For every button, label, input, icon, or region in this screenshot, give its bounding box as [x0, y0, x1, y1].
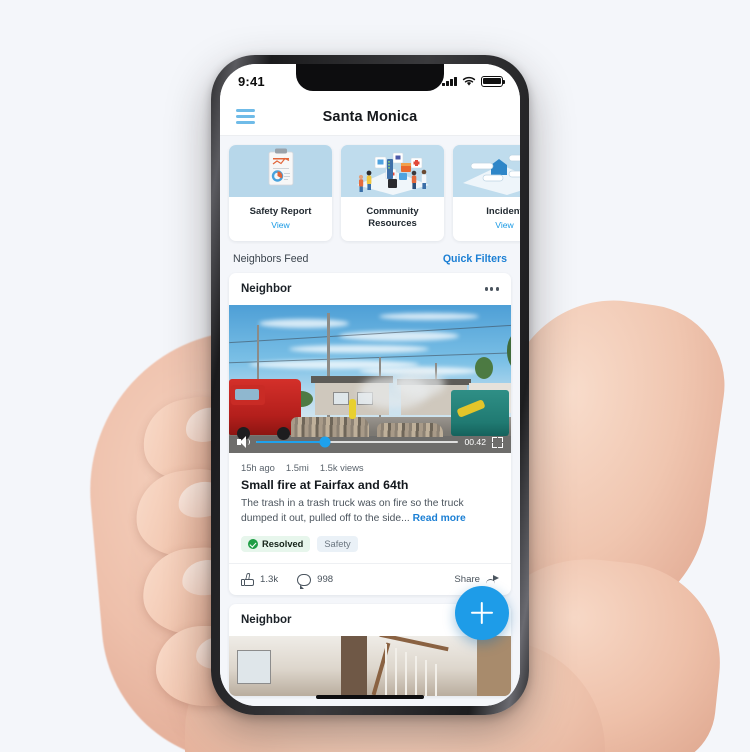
post-tags: Resolved Safety — [229, 526, 511, 563]
like-button[interactable]: 1.3k — [241, 573, 279, 587]
post-meta: 15h ago 1.5mi 1.5k views — [229, 453, 511, 473]
card-view-link[interactable]: View — [271, 220, 289, 230]
post-author: Neighbor — [241, 614, 292, 627]
thumbs-up-icon — [241, 573, 254, 587]
page-title: Santa Monica — [322, 108, 418, 125]
more-options-icon[interactable] — [484, 287, 499, 291]
video-controls[interactable]: 00.42 — [229, 431, 511, 453]
incident-map-illustration — [453, 145, 520, 197]
hamburger-menu-icon[interactable] — [236, 109, 255, 124]
home-indicator — [316, 695, 424, 699]
tag-label: Safety — [324, 539, 351, 550]
share-label: Share — [454, 574, 480, 586]
top-nav-bar: Santa Monica — [220, 98, 520, 136]
comment-bubble-icon — [297, 573, 312, 589]
fullscreen-icon[interactable] — [492, 436, 503, 448]
quick-filters-button[interactable]: Quick Filters — [443, 253, 507, 265]
comment-button[interactable]: 998 — [297, 573, 334, 589]
status-badge-resolved[interactable]: Resolved — [241, 536, 311, 553]
community-people-illustration — [341, 145, 444, 197]
share-button[interactable]: Share — [454, 574, 499, 586]
card-title: Incident — [486, 205, 520, 217]
video-progress-slider[interactable] — [256, 436, 459, 448]
status-badge-safety[interactable]: Safety — [317, 536, 358, 553]
read-more-link[interactable]: Read more — [413, 513, 466, 524]
post-title: Small fire at Fairfax and 64th — [241, 478, 409, 492]
phone-device: 9:41 Santa Monica Safety Report View Com… — [211, 55, 529, 715]
tag-label: Resolved — [262, 539, 304, 550]
card-incident[interactable]: Incident View — [453, 145, 520, 241]
firefighter — [349, 399, 356, 419]
wifi-icon — [462, 76, 476, 86]
notch — [296, 64, 444, 91]
quick-access-cards: Safety Report View Community Resources I… — [220, 136, 520, 250]
comment-count: 998 — [317, 574, 334, 586]
phone-screen: 9:41 Santa Monica Safety Report View Com… — [220, 64, 520, 706]
like-count: 1.3k — [260, 574, 279, 586]
video-progress-knob[interactable] — [319, 436, 331, 448]
create-post-fab[interactable] — [455, 586, 509, 640]
post-author: Neighbor — [241, 283, 292, 295]
video-timestamp: 00.42 — [464, 437, 486, 447]
post-header: Neighbor — [229, 273, 511, 305]
post-video[interactable]: 00.42 — [229, 305, 511, 453]
card-title: Community Resources — [366, 206, 419, 229]
feed-label: Neighbors Feed — [233, 253, 309, 265]
feed-header: Neighbors Feed Quick Filters — [220, 250, 520, 273]
post-image[interactable] — [229, 636, 511, 697]
cellular-bars-icon — [442, 76, 457, 86]
check-circle-icon — [248, 539, 258, 550]
feed-post: Neighbor — [229, 273, 511, 596]
post-distance: 1.5mi — [285, 462, 309, 473]
card-safety-report[interactable]: Safety Report View — [229, 145, 332, 241]
post-body: The trash in a trash truck was on fire s… — [229, 492, 511, 526]
share-arrow-icon — [486, 574, 499, 586]
card-view-link[interactable]: View — [495, 220, 513, 230]
card-title: Safety Report — [249, 205, 312, 217]
post-views: 1.5k views — [319, 462, 364, 473]
card-community-resources[interactable]: Community Resources — [341, 145, 444, 241]
clipboard-report-illustration — [229, 145, 332, 197]
status-time: 9:41 — [238, 73, 265, 89]
post-time: 15h ago — [241, 462, 275, 473]
volume-on-icon[interactable] — [237, 436, 250, 448]
battery-full-icon — [481, 75, 506, 87]
